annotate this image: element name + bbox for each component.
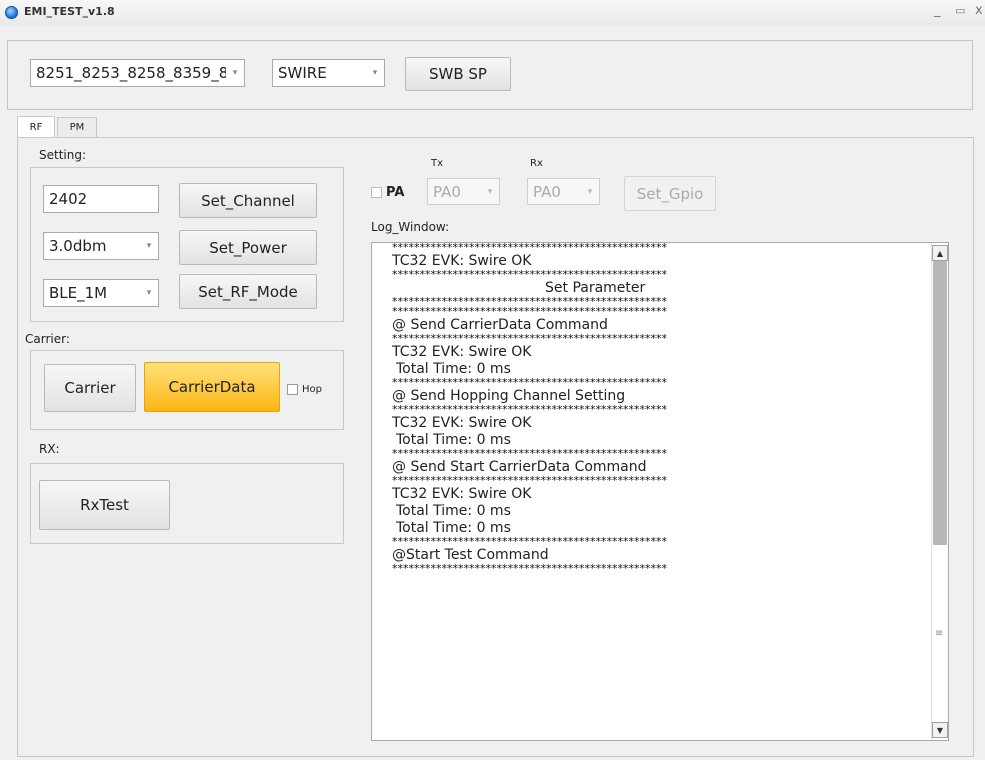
interface-select-value: SWIRE bbox=[278, 64, 327, 82]
log-separator: ****************************************… bbox=[392, 405, 667, 415]
pa-checkbox[interactable]: PA bbox=[371, 185, 404, 200]
log-line: TC32 EVK: Swire OK bbox=[392, 486, 532, 502]
app-icon bbox=[5, 6, 18, 19]
window-title: EMI_TEST_v1.8 bbox=[24, 5, 115, 18]
maximize-button[interactable]: ▭ bbox=[955, 4, 965, 17]
tx-pin-value: PA0 bbox=[433, 182, 461, 201]
close-button[interactable]: x bbox=[975, 3, 983, 18]
carrier-label: Carrier: bbox=[25, 332, 70, 346]
log-separator: ****************************************… bbox=[392, 476, 667, 486]
power-select-value: 3.0dbm bbox=[49, 237, 107, 255]
log-content: ****************************************… bbox=[372, 243, 929, 574]
minimize-button[interactable]: _ bbox=[934, 3, 941, 18]
log-line: Total Time: 0 ms bbox=[396, 361, 511, 377]
scroll-up-button[interactable]: ▲ bbox=[932, 245, 948, 261]
chevron-down-icon: ▾ bbox=[146, 241, 152, 251]
set-power-button[interactable]: Set_Power bbox=[179, 230, 317, 265]
rx-label: RX: bbox=[39, 442, 60, 456]
chevron-down-icon: ▾ bbox=[372, 68, 378, 78]
scroll-down-button[interactable]: ▼ bbox=[932, 722, 948, 738]
pa-checkbox-label: PA bbox=[386, 185, 405, 200]
tx-pin-select[interactable]: PA0 ▾ bbox=[427, 178, 500, 205]
log-line: @ Send CarrierData Command bbox=[392, 317, 608, 333]
log-window-label: Log_Window: bbox=[371, 220, 450, 234]
tab-rf[interactable]: RF bbox=[17, 116, 55, 138]
log-line: TC32 EVK: Swire OK bbox=[392, 415, 532, 431]
chevron-down-icon: ▾ bbox=[146, 288, 152, 298]
rx-column-label: Rx bbox=[530, 158, 543, 169]
channel-input[interactable]: 2402 bbox=[43, 185, 159, 213]
log-line: @ Send Start CarrierData Command bbox=[392, 459, 647, 475]
pa-checkbox-box[interactable] bbox=[371, 187, 382, 198]
chip-select[interactable]: 8251_8253_8258_8359_8 ▾ bbox=[30, 59, 245, 87]
chevron-down-icon: ▾ bbox=[232, 68, 238, 78]
log-separator: ****************************************… bbox=[392, 270, 667, 280]
log-line: Set Parameter bbox=[545, 280, 646, 296]
log-line: @ Send Hopping Channel Setting bbox=[392, 388, 626, 404]
log-line: Total Time: 0 ms bbox=[396, 432, 511, 448]
chip-select-value: 8251_8253_8258_8359_8 bbox=[36, 64, 226, 82]
set-gpio-button[interactable]: Set_Gpio bbox=[624, 176, 716, 211]
carrierdata-button[interactable]: CarrierData bbox=[144, 362, 280, 412]
log-separator: ****************************************… bbox=[392, 378, 667, 388]
carrier-button[interactable]: Carrier bbox=[44, 364, 136, 412]
rf-mode-select-value: BLE_1M bbox=[49, 284, 108, 302]
rf-mode-select[interactable]: BLE_1M ▾ bbox=[43, 279, 159, 307]
log-separator: ****************************************… bbox=[392, 334, 667, 344]
tx-label: Tx bbox=[431, 158, 444, 169]
log-line: Total Time: 0 ms bbox=[396, 503, 511, 519]
rxtest-button[interactable]: RxTest bbox=[39, 480, 170, 530]
log-line: TC32 EVK: Swire OK bbox=[392, 253, 532, 269]
power-select[interactable]: 3.0dbm ▾ bbox=[43, 232, 159, 260]
chevron-down-icon: ▾ bbox=[487, 186, 493, 197]
log-line: @Start Test Command bbox=[392, 547, 549, 563]
interface-select[interactable]: SWIRE ▾ bbox=[272, 59, 385, 87]
set-rf-mode-button[interactable]: Set_RF_Mode bbox=[179, 274, 317, 309]
swb-sp-button[interactable]: SWB SP bbox=[405, 57, 511, 91]
hop-checkbox[interactable]: Hop bbox=[287, 384, 322, 395]
hop-checkbox-box[interactable] bbox=[287, 384, 298, 395]
log-line: Total Time: 0 ms bbox=[396, 520, 511, 536]
tab-pm[interactable]: PM bbox=[57, 117, 97, 137]
rx-pin-select[interactable]: PA0 ▾ bbox=[527, 178, 600, 205]
log-separator: ****************************************… bbox=[392, 449, 667, 459]
log-window[interactable]: ****************************************… bbox=[371, 242, 949, 741]
hop-checkbox-label: Hop bbox=[302, 384, 322, 395]
scroll-grip-icon: ≡ bbox=[935, 628, 944, 639]
setting-label: Setting: bbox=[39, 148, 87, 162]
log-separator: ****************************************… bbox=[392, 243, 667, 253]
title-bar bbox=[0, 0, 985, 26]
log-separator: ****************************************… bbox=[392, 297, 667, 307]
log-separator: ****************************************… bbox=[392, 564, 667, 574]
log-scrollbar[interactable]: ▲ ≡ ▼ bbox=[931, 243, 948, 740]
log-separator: ****************************************… bbox=[392, 537, 667, 547]
rx-pin-value: PA0 bbox=[533, 182, 561, 201]
scroll-thumb[interactable] bbox=[933, 261, 947, 545]
log-line: TC32 EVK: Swire OK bbox=[392, 344, 532, 360]
log-separator: ****************************************… bbox=[392, 307, 667, 317]
set-channel-button[interactable]: Set_Channel bbox=[179, 183, 317, 218]
chevron-down-icon: ▾ bbox=[587, 186, 593, 197]
